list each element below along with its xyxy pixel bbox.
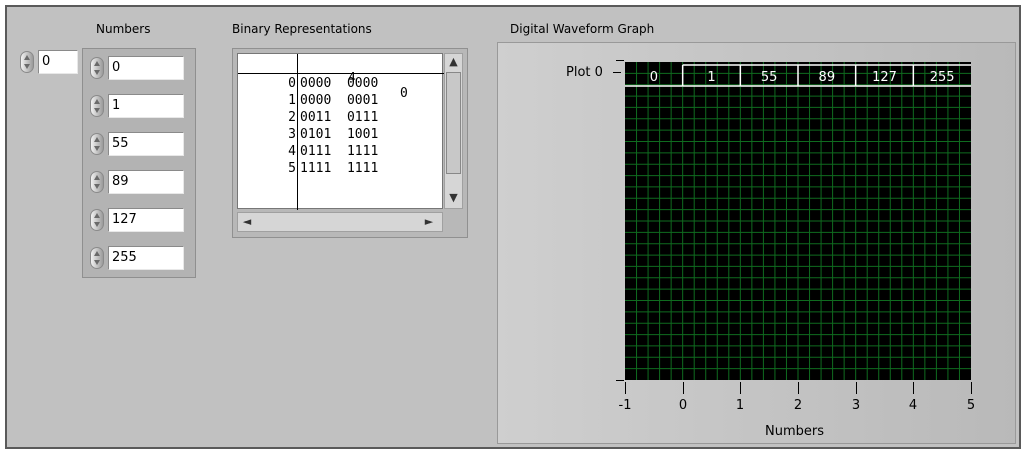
number-input[interactable]: 255 [108, 246, 184, 270]
row-index: 0 [288, 76, 296, 91]
table-row[interactable]: 0 0000 0000 [238, 76, 444, 93]
horizontal-scrollbar[interactable]: ◄ ► [237, 212, 443, 232]
table-row[interactable]: 3 0101 1001 [238, 127, 444, 144]
x-tick [856, 382, 857, 394]
y-tick-top [616, 60, 624, 61]
row-index: 4 [288, 144, 296, 159]
number-input[interactable]: 1 [108, 94, 184, 118]
numeric-element[interactable]: 127 [90, 208, 186, 232]
array-index-control[interactable]: 0 [20, 50, 78, 74]
numeric-element[interactable]: 55 [90, 132, 186, 156]
number-input[interactable]: 55 [108, 132, 184, 156]
x-tick [798, 382, 799, 394]
scroll-thumb[interactable] [446, 72, 461, 174]
increment-spinner[interactable] [90, 209, 104, 231]
x-tick-label: -1 [618, 398, 632, 413]
bus-segment-label: 55 [761, 70, 778, 85]
plot-area[interactable]: 0 1 55 89 127 255 [625, 62, 971, 380]
increment-spinner[interactable] [90, 95, 104, 117]
numeric-element[interactable]: 0 [90, 56, 186, 80]
x-tick-label: 0 [678, 398, 688, 413]
bus-segment-label: 89 [819, 70, 836, 85]
row-index: 2 [288, 110, 296, 125]
x-tick [740, 382, 741, 394]
table-row[interactable]: 4 0111 1111 [238, 144, 444, 161]
row-index: 5 [288, 161, 296, 176]
table-row[interactable]: 5 1111 1111 [238, 161, 444, 178]
row-bits: 0101 1001 [300, 127, 379, 142]
graph-title: Digital Waveform Graph [510, 22, 655, 36]
x-tick-label: 4 [908, 398, 918, 413]
bus-segment-label: 127 [872, 70, 897, 85]
numeric-element[interactable]: 255 [90, 246, 186, 270]
array-index-input[interactable]: 0 [38, 50, 78, 74]
header-divider [238, 73, 444, 74]
row-bits: 0111 1111 [300, 144, 379, 159]
row-bits: 0000 0000 [300, 76, 379, 91]
x-tick [683, 382, 684, 394]
number-input[interactable]: 0 [108, 56, 184, 80]
x-axis-label: Numbers [765, 424, 824, 439]
x-tick-label: 5 [966, 398, 976, 413]
row-bits: 0011 0111 [300, 110, 379, 125]
row-index: 1 [288, 93, 296, 108]
increment-spinner[interactable] [90, 247, 104, 269]
index-spinner[interactable] [20, 51, 34, 73]
table-row[interactable]: 2 0011 0111 [238, 110, 444, 127]
row-bits: 1111 1111 [300, 161, 379, 176]
bus-segment-label: 1 [707, 70, 715, 85]
binary-table: 4 0 0 0000 0000 1 0000 0001 2 0011 0111 3 0101 … [232, 48, 468, 238]
vertical-scrollbar[interactable]: ▲ ▼ [444, 53, 463, 209]
plot-label: Plot 0 [566, 65, 603, 80]
table-row[interactable]: 1 0000 0001 [238, 93, 444, 110]
x-tick-label: 2 [793, 398, 803, 413]
increment-spinner[interactable] [90, 171, 104, 193]
x-tick-label: 1 [735, 398, 745, 413]
table-header-row: 4 0 [238, 56, 444, 101]
numeric-element[interactable]: 1 [90, 94, 186, 118]
numbers-array [82, 48, 196, 278]
y-tick-bottom [616, 380, 624, 381]
number-input[interactable]: 89 [108, 170, 184, 194]
plot-label-tick [613, 72, 621, 73]
increment-spinner[interactable] [90, 57, 104, 79]
numbers-label: Numbers [96, 22, 151, 36]
row-bits: 0000 0001 [300, 93, 379, 108]
scroll-left-icon[interactable]: ◄ [240, 214, 254, 230]
bus-segment-label: 0 [650, 70, 658, 85]
binary-table-body: 4 0 0 0000 0000 1 0000 0001 2 0011 0111 3 0101 … [237, 53, 444, 210]
scroll-down-icon[interactable]: ▼ [445, 190, 462, 206]
binary-label: Binary Representations [232, 22, 372, 36]
x-tick-label: 3 [851, 398, 861, 413]
number-input[interactable]: 127 [108, 208, 184, 232]
scroll-up-icon[interactable]: ▲ [445, 54, 462, 70]
increment-spinner[interactable] [90, 133, 104, 155]
x-tick [913, 382, 914, 394]
scroll-right-icon[interactable]: ► [422, 214, 436, 230]
x-tick [625, 382, 626, 394]
waveform-svg: 0 1 55 89 127 255 [625, 62, 971, 380]
x-tick [971, 382, 972, 394]
row-index: 3 [288, 127, 296, 142]
numeric-element[interactable]: 89 [90, 170, 186, 194]
bus-segment-label: 255 [930, 70, 955, 85]
